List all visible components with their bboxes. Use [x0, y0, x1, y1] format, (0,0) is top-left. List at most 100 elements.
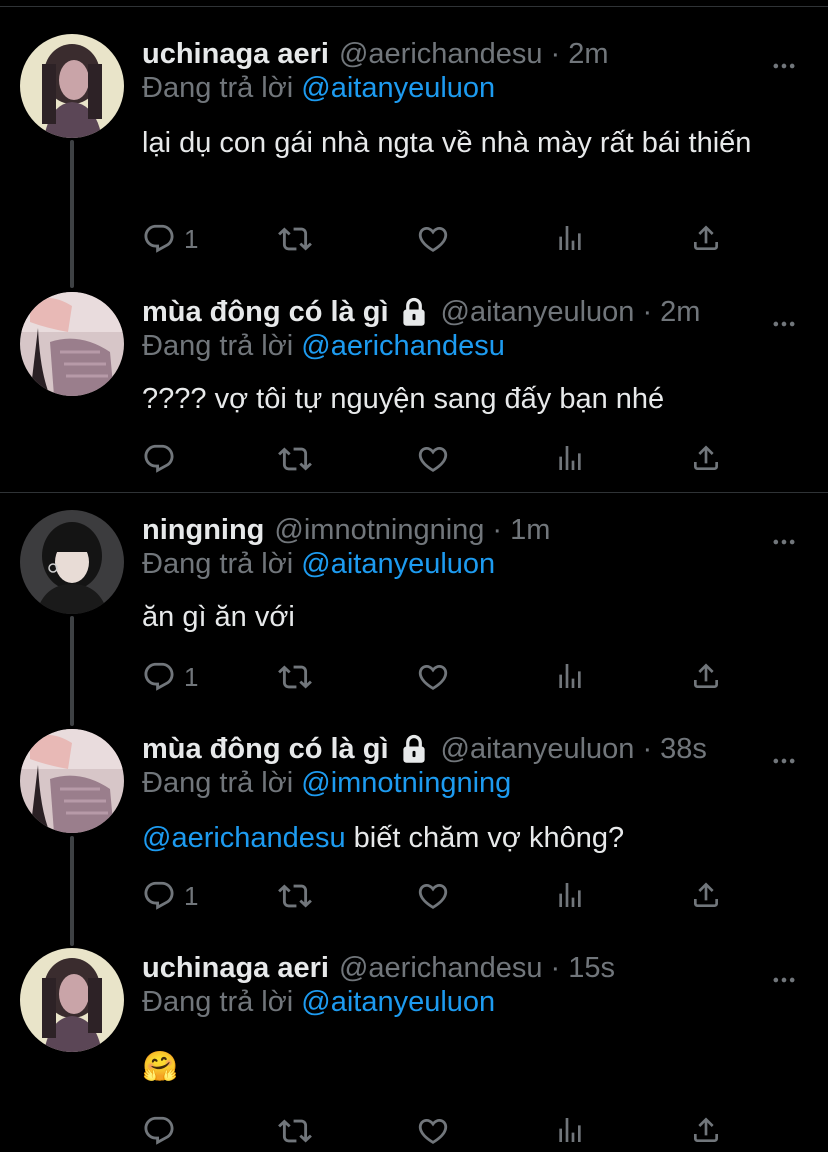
replying-label: Đang trả lời: [142, 72, 294, 104]
reply-count: 1: [184, 223, 199, 254]
separator-dot: ·: [642, 732, 653, 765]
heart-icon: [416, 442, 450, 476]
retweet-icon: [278, 879, 312, 913]
like-button[interactable]: [416, 222, 450, 256]
replying-label: Đang trả lời: [142, 548, 294, 580]
retweet-button[interactable]: [278, 222, 312, 256]
more-icon[interactable]: [770, 747, 798, 775]
username[interactable]: @aitanyeuluon: [441, 296, 635, 329]
reply-mention[interactable]: @aitanyeuluon: [301, 548, 495, 580]
tweet-header: ningning @imnotningning · 1m: [142, 510, 550, 550]
share-icon: [690, 879, 722, 911]
avatar[interactable]: [20, 510, 124, 614]
tweet-header: mùa đông có là gì @aitanyeuluon · 2m: [142, 292, 700, 332]
tweet[interactable]: mùa đông có là gì @aitanyeuluon · 38s Đa…: [0, 729, 828, 925]
retweet-icon: [278, 222, 312, 256]
analytics-button[interactable]: [554, 222, 586, 254]
analytics-icon: [554, 222, 586, 254]
analytics-button[interactable]: [554, 442, 586, 474]
reply-button[interactable]: [142, 1114, 184, 1148]
analytics-button[interactable]: [554, 879, 586, 911]
retweet-button[interactable]: [278, 879, 312, 913]
reply-mention[interactable]: @aitanyeuluon: [301, 986, 495, 1018]
tweet[interactable]: mùa đông có là gì @aitanyeuluon · 2m Đan…: [0, 292, 828, 482]
more-icon[interactable]: [770, 310, 798, 338]
top-divider: [0, 6, 828, 7]
reply-button[interactable]: 1: [142, 222, 198, 256]
share-button[interactable]: [690, 222, 722, 254]
replying-label: Đang trả lời: [142, 767, 294, 799]
like-button[interactable]: [416, 1114, 450, 1148]
username[interactable]: @imnotningning: [274, 514, 484, 547]
retweet-button[interactable]: [278, 1114, 312, 1148]
display-name[interactable]: mùa đông có là gì: [142, 733, 389, 766]
avatar[interactable]: [20, 292, 124, 396]
share-button[interactable]: [690, 442, 722, 474]
tweet-text-body: biết chăm vợ không?: [345, 822, 625, 854]
tweet-text: ăn gì ăn với: [142, 601, 295, 633]
avatar[interactable]: [20, 729, 124, 833]
more-icon[interactable]: [770, 966, 798, 994]
like-button[interactable]: [416, 879, 450, 913]
share-button[interactable]: [690, 879, 722, 911]
timestamp[interactable]: 1m: [510, 514, 550, 547]
more-icon[interactable]: [770, 52, 798, 80]
reply-mention[interactable]: @aitanyeuluon: [301, 72, 495, 104]
retweet-button[interactable]: [278, 442, 312, 476]
timestamp[interactable]: 2m: [568, 38, 608, 71]
analytics-icon: [554, 660, 586, 692]
tweet-text: lại dụ con gái nhà ngta về nhà mày rất b…: [142, 127, 752, 159]
timestamp[interactable]: 38s: [660, 733, 707, 766]
reply-icon: [142, 1114, 176, 1148]
retweet-icon: [278, 442, 312, 476]
retweet-button[interactable]: [278, 660, 312, 694]
text-mention[interactable]: @aerichandesu: [142, 822, 346, 854]
action-bar: 1: [142, 222, 742, 258]
tweet-header: uchinaga aeri @aerichandesu · 15s: [142, 948, 615, 988]
heart-icon: [416, 879, 450, 913]
analytics-button[interactable]: [554, 660, 586, 692]
display-name[interactable]: ningning: [142, 514, 264, 547]
username[interactable]: @aerichandesu: [339, 952, 543, 985]
lock-icon: [399, 734, 429, 764]
timestamp[interactable]: 2m: [660, 296, 700, 329]
like-button[interactable]: [416, 442, 450, 476]
display-name[interactable]: uchinaga aeri: [142, 952, 329, 985]
reply-icon: [142, 222, 176, 256]
replying-to: Đang trả lời @imnotningning: [142, 767, 511, 800]
username[interactable]: @aerichandesu: [339, 38, 543, 71]
reply-button[interactable]: [142, 442, 184, 476]
tweet[interactable]: uchinaga aeri @aerichandesu · 2m Đang tr…: [0, 34, 828, 274]
action-bar: 1: [142, 660, 742, 696]
reply-button[interactable]: 1: [142, 879, 198, 913]
lock-icon: [399, 297, 429, 327]
like-button[interactable]: [416, 660, 450, 694]
reply-icon: [142, 660, 176, 694]
tweet[interactable]: uchinaga aeri @aerichandesu · 15s Đang t…: [0, 948, 828, 1152]
tweet[interactable]: ningning @imnotningning · 1m Đang trả lờ…: [0, 510, 828, 706]
replying-label: Đang trả lời: [142, 330, 294, 362]
avatar[interactable]: [20, 948, 124, 1052]
analytics-button[interactable]: [554, 1114, 586, 1146]
share-icon: [690, 442, 722, 474]
heart-icon: [416, 1114, 450, 1148]
reply-mention[interactable]: @aerichandesu: [301, 330, 505, 362]
action-bar: 1: [142, 879, 742, 915]
timestamp[interactable]: 15s: [568, 952, 615, 985]
reply-button[interactable]: 1: [142, 660, 198, 694]
share-button[interactable]: [690, 1114, 722, 1146]
display-name[interactable]: mùa đông có là gì: [142, 296, 389, 329]
retweet-icon: [278, 660, 312, 694]
display-name[interactable]: uchinaga aeri: [142, 38, 329, 71]
share-button[interactable]: [690, 660, 722, 692]
tweet-header: mùa đông có là gì @aitanyeuluon · 38s: [142, 729, 707, 769]
tweet-text: ???? vợ tôi tự nguyện sang đấy bạn nhé: [142, 383, 665, 415]
avatar[interactable]: [20, 34, 124, 138]
replying-to: Đang trả lời @aitanyeuluon: [142, 548, 495, 581]
reply-count: 1: [184, 661, 199, 692]
more-icon[interactable]: [770, 528, 798, 556]
reply-mention[interactable]: @imnotningning: [301, 767, 511, 799]
username[interactable]: @aitanyeuluon: [441, 733, 635, 766]
replying-to: Đang trả lời @aitanyeuluon: [142, 986, 495, 1019]
tweet-text: @aerichandesu biết chăm vợ không?: [142, 817, 782, 859]
